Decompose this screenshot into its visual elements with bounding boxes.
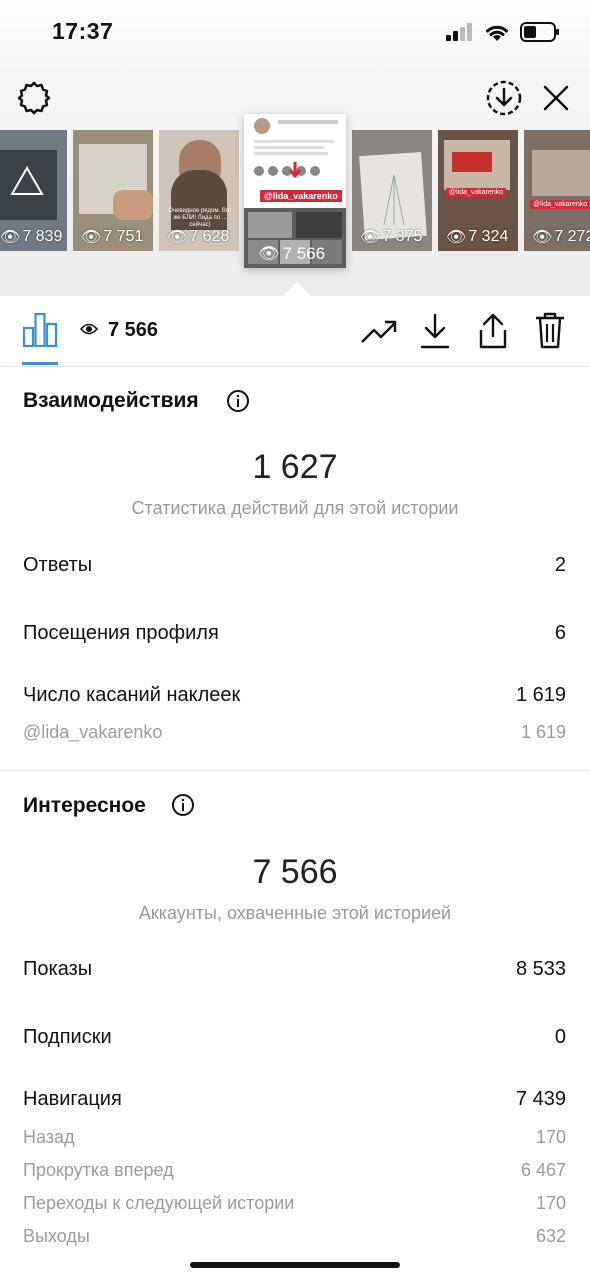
impressions-label: Показы <box>23 958 93 980</box>
story-views: 7 628 <box>189 228 230 245</box>
interactions-subtitle: Статистика действий для этой истории <box>131 498 459 518</box>
interactions-total: 1 627 <box>252 448 338 486</box>
forward-value: 6 467 <box>520 1160 566 1180</box>
mention-sticker: @lida_vakarenko <box>260 190 342 202</box>
follows-value: 0 <box>554 1026 566 1048</box>
selected-story-views: 7 566 <box>282 244 326 263</box>
section-divider <box>0 770 590 771</box>
forward-label: Прокрутка вперед <box>23 1160 174 1180</box>
share-icon <box>479 313 507 349</box>
story-views: 7 839 <box>22 228 63 245</box>
exits-label: Выходы <box>23 1226 90 1246</box>
profile-visits-value: 6 <box>554 622 566 644</box>
cellular-signal-icon <box>446 23 472 41</box>
story-caption: Очевидное рядом. Вот же БЛИ! Лида по ...… <box>168 208 232 228</box>
status-time: 17:37 <box>52 18 114 44</box>
arrow-down-icon <box>288 162 302 178</box>
status-icons <box>446 22 560 42</box>
back-value: 170 <box>535 1127 566 1147</box>
trash-icon <box>536 312 564 349</box>
eye-icon: 👁 <box>81 229 102 246</box>
selected-story-thumbnail[interactable]: @lida_vakarenko 👁 7 566 <box>244 114 346 268</box>
story-thumbnail[interactable]: 👁 7 375 <box>352 130 432 251</box>
follows-label: Подписки <box>23 1026 112 1048</box>
gear-icon <box>17 81 51 115</box>
interactions-title: Взаимодействия <box>23 389 199 412</box>
sticker-mention-value: 1 619 <box>520 722 566 742</box>
discovery-title: Интересное <box>23 794 146 817</box>
story-views: 7 324 <box>468 228 509 245</box>
eye-icon: 👁 <box>258 244 280 263</box>
home-indicator[interactable] <box>190 1262 400 1268</box>
battery-icon <box>520 22 559 42</box>
eye-icon: 👁 <box>360 229 381 246</box>
sticker-mention-label: @lida_vakarenko <box>23 722 163 742</box>
sticker-taps-label: Число касаний наклеек <box>23 684 241 706</box>
eye-icon <box>79 320 99 343</box>
selection-pointer <box>283 282 311 296</box>
navigation-value: 7 439 <box>515 1088 566 1110</box>
discovery-total: 7 566 <box>252 853 338 891</box>
info-icon <box>227 390 249 412</box>
discovery-subtitle: Аккаунты, охваченные этой историей <box>138 903 452 923</box>
eye-icon: 👁 <box>0 229 21 246</box>
interactions-info-button[interactable] <box>226 389 250 418</box>
share-button[interactable] <box>476 312 510 355</box>
exits-value: 632 <box>535 1226 566 1246</box>
story-thumbnail[interactable]: 👁 7 751 <box>73 130 153 251</box>
close-icon <box>543 85 569 111</box>
back-label: Назад <box>23 1127 75 1147</box>
replies-value: 2 <box>554 554 566 576</box>
settings-button[interactable] <box>14 78 54 118</box>
download-icon <box>420 313 450 349</box>
trending-up-icon <box>361 320 397 343</box>
profile-avatar <box>254 118 270 134</box>
story-thumbnail[interactable]: @lida_vakarenko 👁 7 324 <box>438 130 518 251</box>
bar-chart-icon <box>22 312 58 348</box>
replies-label: Ответы <box>23 554 93 576</box>
download-circle-icon <box>486 80 522 116</box>
insights-panel <box>0 296 590 1280</box>
eye-icon: 👁 <box>532 229 553 246</box>
story-thumbnail[interactable]: Очевидное рядом. Вот же БЛИ! Лида по ...… <box>159 130 239 251</box>
selected-views-count: 7 566 <box>108 319 159 341</box>
wifi-icon <box>486 25 508 41</box>
story-views: 7 375 <box>382 228 423 245</box>
profile-visits-label: Посещения профиля <box>23 622 219 644</box>
story-views: 7 272 <box>554 228 590 245</box>
navigation-label: Навигация <box>23 1088 122 1110</box>
mention-sticker: @lida_vakarenko <box>530 200 590 209</box>
story-thumbnail[interactable]: 👁 7 839 <box>0 130 67 251</box>
info-icon <box>172 794 194 816</box>
eye-icon: 👁 <box>446 229 467 246</box>
story-thumbnail[interactable]: @lida_vakarenko 👁 7 272 <box>524 130 590 251</box>
eye-icon: 👁 <box>167 229 188 246</box>
download-button[interactable] <box>418 312 452 355</box>
active-tab-indicator <box>22 362 58 365</box>
discovery-info-button[interactable] <box>171 793 195 822</box>
mention-sticker: @lida_vakarenko <box>446 188 507 197</box>
delete-button[interactable] <box>534 312 566 355</box>
promote-button[interactable] <box>360 314 398 353</box>
tab-insights[interactable] <box>22 312 58 348</box>
sticker-taps-value: 1 619 <box>515 684 566 706</box>
close-button[interactable] <box>538 80 574 116</box>
impressions-value: 8 533 <box>515 958 566 980</box>
next-story-label: Переходы к следующей истории <box>23 1193 295 1213</box>
save-story-button[interactable] <box>484 78 524 118</box>
next-story-value: 170 <box>535 1193 566 1213</box>
story-views: 7 751 <box>103 228 144 245</box>
